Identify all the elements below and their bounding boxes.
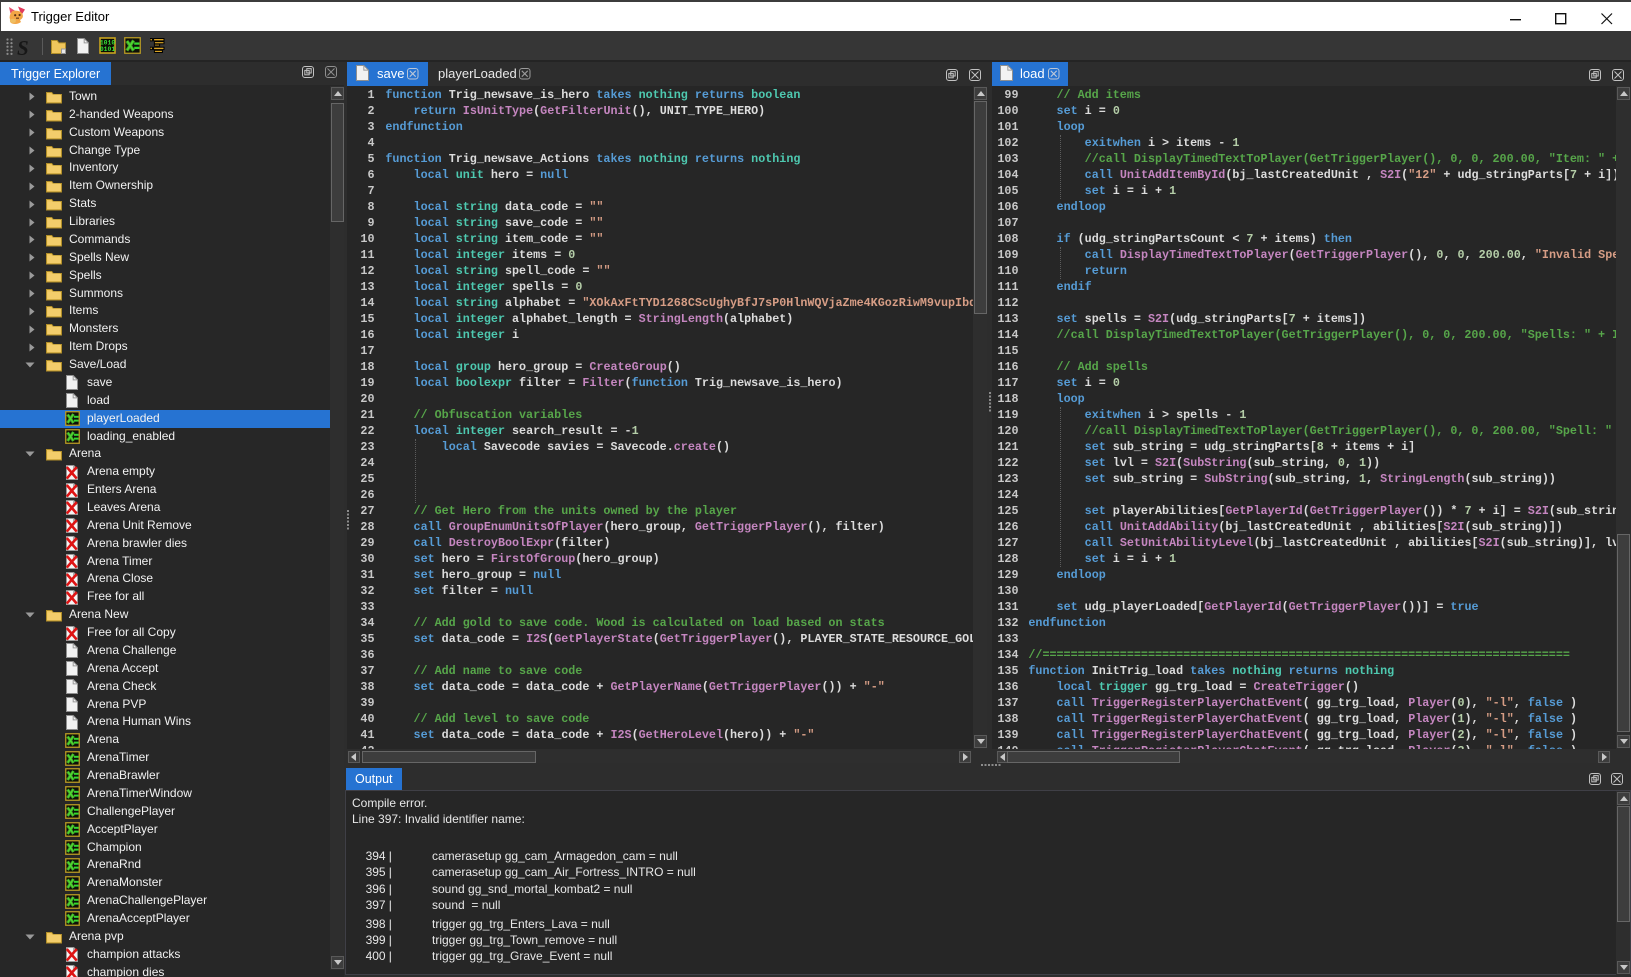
svg-text:0101: 0101: [100, 46, 116, 53]
